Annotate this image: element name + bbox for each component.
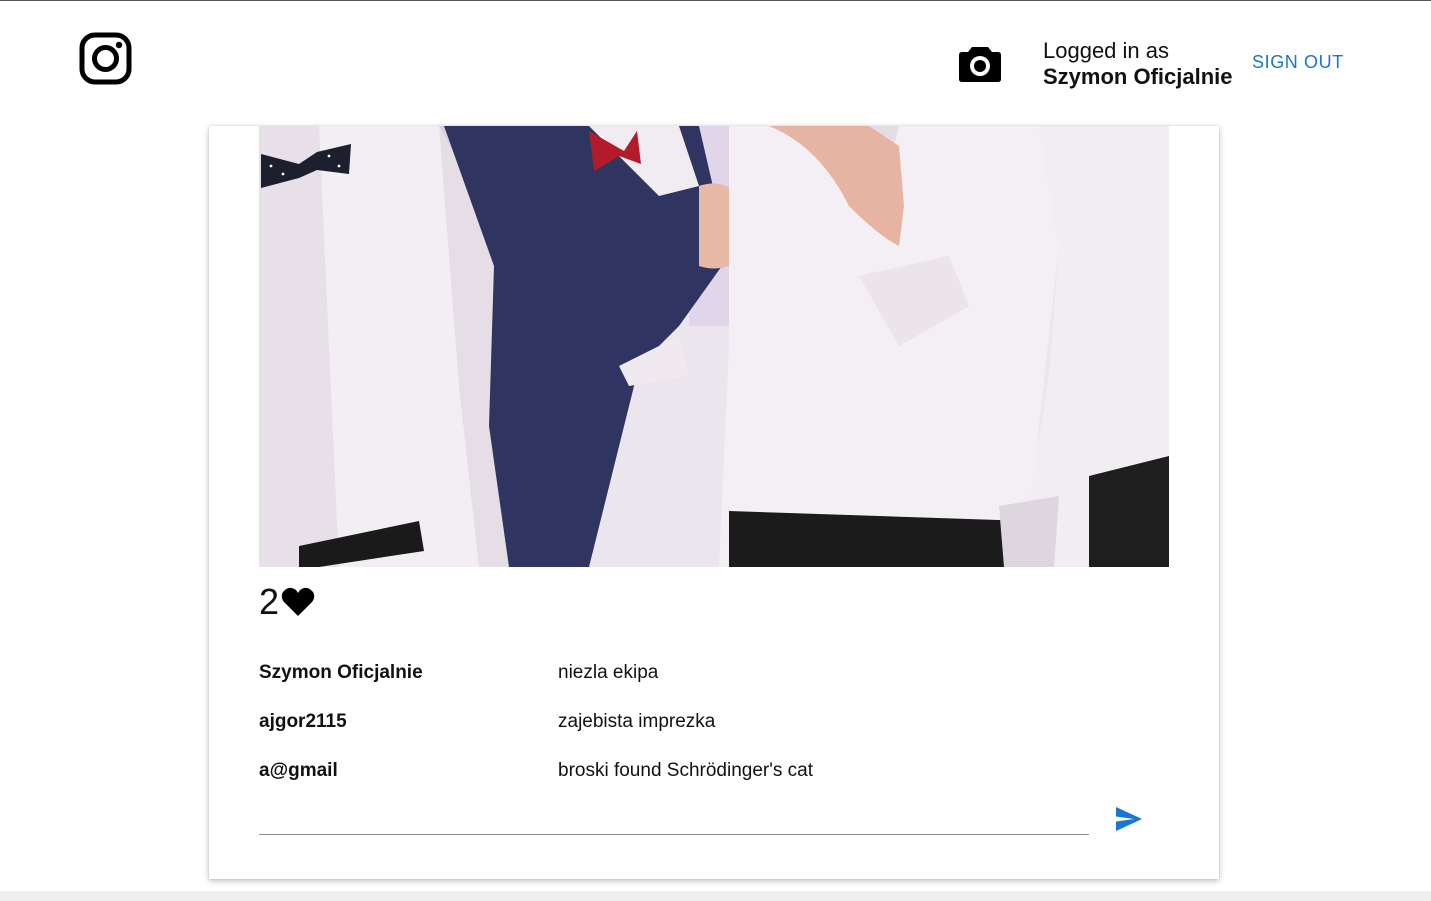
comment-text: broski found Schrödinger's cat	[558, 760, 813, 781]
post-photo-illustration	[259, 126, 1169, 567]
comment-item: Szymon Oficjalnie niezla ekipa	[259, 661, 1169, 710]
instagram-icon[interactable]	[79, 32, 132, 85]
sign-out-button[interactable]: SIGN OUT	[1252, 52, 1344, 73]
post-image	[259, 126, 1169, 567]
comment-username: ajgor2115	[259, 711, 347, 732]
camera-icon[interactable]	[958, 43, 1002, 83]
likes-count: 2	[259, 581, 280, 622]
comment-username: a@gmail	[259, 760, 338, 781]
current-username: Szymon Oficjalnie	[1043, 64, 1233, 89]
comment-text: niezla ekipa	[558, 662, 659, 683]
comment-item: ajgor2115 zajebista imprezka	[259, 710, 1169, 759]
likes-row: 2	[259, 582, 315, 622]
app-header: Logged in as Szymon Oficjalnie SIGN OUT	[0, 1, 1431, 125]
comment-username: Szymon Oficjalnie	[259, 662, 423, 683]
comment-input[interactable]	[259, 802, 1089, 835]
comment-text: zajebista imprezka	[558, 711, 716, 732]
comment-item: a@gmail broski found Schrödinger's cat	[259, 759, 1169, 808]
send-icon[interactable]	[1115, 806, 1143, 832]
heart-icon[interactable]	[281, 587, 315, 617]
post-card: 2 Szymon Oficjalnie niezla ekipa ajgor21…	[209, 126, 1219, 879]
logged-in-label: Logged in as	[1043, 38, 1169, 63]
user-info: Logged in as Szymon Oficjalnie	[1043, 38, 1243, 90]
comments-list: Szymon Oficjalnie niezla ekipa ajgor2115…	[259, 661, 1169, 808]
bottom-scroll-area	[0, 891, 1431, 901]
